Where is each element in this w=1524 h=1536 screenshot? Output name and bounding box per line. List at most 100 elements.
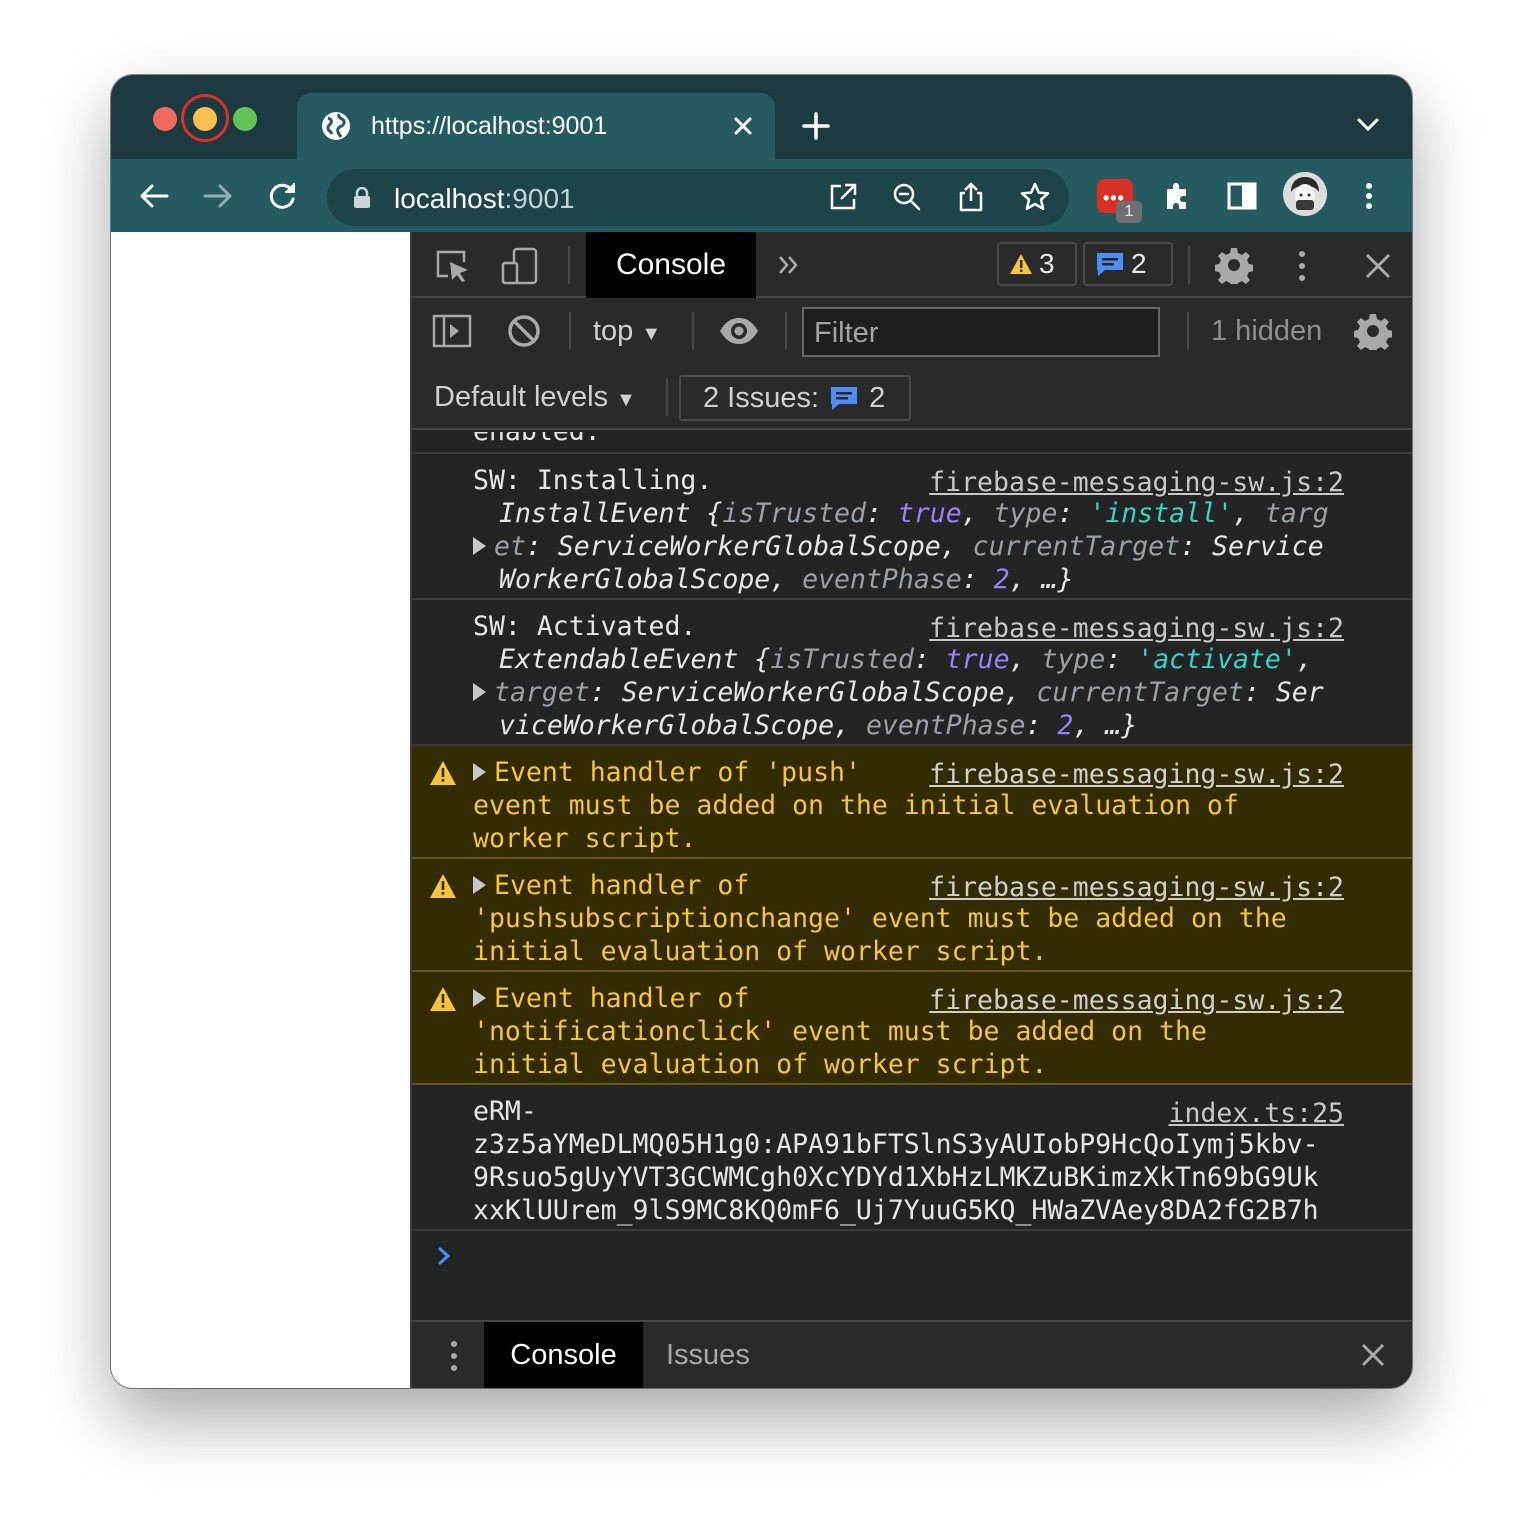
separator bbox=[666, 378, 668, 416]
warning-text: Event handler of bbox=[494, 870, 750, 901]
console-message: eRM- z3z5aYMeDLMQ05H1g0:APA91bFTSlnS3yAU… bbox=[412, 1085, 1412, 1231]
console-warning: Event handler of 'push' event must be ad… bbox=[412, 746, 1412, 859]
expand-triangle-icon[interactable] bbox=[473, 875, 486, 894]
more-vertical-icon[interactable] bbox=[1352, 179, 1386, 213]
console-toolbar-levels: Default levels ▼ 2 Issues: 2 bbox=[412, 364, 1412, 430]
log-levels-dropdown[interactable]: Default levels ▼ bbox=[434, 381, 636, 414]
source-link[interactable]: firebase-messaging-sw.js:2 bbox=[929, 759, 1344, 790]
settings-gear-icon[interactable] bbox=[1215, 246, 1253, 284]
open-in-new-window-icon[interactable] bbox=[827, 181, 859, 213]
expand-triangle-icon[interactable] bbox=[473, 536, 486, 555]
object-line[interactable]: InstallEvent {isTrusted: true, type: 'in… bbox=[499, 497, 1329, 530]
warning-line: 'pushsubscriptionchange' event must be a… bbox=[473, 903, 1287, 934]
maximize-window-button[interactable] bbox=[233, 107, 257, 131]
truncated-text: enabled. bbox=[473, 432, 601, 448]
messages-counter[interactable]: 2 bbox=[1083, 242, 1173, 286]
token-line: z3z5aYMeDLMQ05H1g0:APA91bFTSlnS3yAUIobP9… bbox=[473, 1129, 1319, 1160]
message-icon bbox=[831, 387, 858, 410]
live-expression-eye-icon[interactable] bbox=[718, 316, 760, 346]
close-window-button[interactable] bbox=[153, 107, 177, 131]
object-line[interactable]: ExtendableEvent {isTrusted: true, type: … bbox=[499, 643, 1324, 676]
clear-console-icon[interactable] bbox=[506, 313, 542, 349]
object-line[interactable]: WorkerGlobalScope, eventPhase: 2, …} bbox=[499, 563, 1329, 596]
object-line[interactable]: et: ServiceWorkerGlobalScope, currentTar… bbox=[473, 530, 1329, 563]
show-sidebar-icon[interactable] bbox=[432, 314, 472, 348]
url-text[interactable]: localhost:9001 bbox=[394, 183, 575, 215]
object-line[interactable]: target: ServiceWorkerGlobalScope, curren… bbox=[473, 676, 1324, 709]
warning-icon bbox=[430, 761, 456, 785]
warning-text: Event handler of 'push' bbox=[494, 757, 861, 788]
console-settings-gear-icon[interactable] bbox=[1354, 312, 1392, 350]
tab-console[interactable]: Console bbox=[586, 232, 756, 298]
source-link[interactable]: firebase-messaging-sw.js:2 bbox=[929, 872, 1344, 903]
url-host: localhost bbox=[394, 183, 505, 214]
warning-icon bbox=[430, 987, 456, 1011]
globe-icon bbox=[322, 112, 350, 140]
close-tab-icon[interactable] bbox=[731, 114, 755, 138]
devtools-drawer: Console Issues bbox=[412, 1320, 1412, 1388]
browser-tab[interactable]: https://localhost:9001 bbox=[297, 93, 775, 159]
console-message-truncated: enabled. bbox=[412, 432, 1412, 454]
bookmark-star-icon[interactable] bbox=[1019, 181, 1051, 213]
devtools-menu-icon[interactable] bbox=[1292, 248, 1312, 284]
issues-button[interactable]: 2 Issues: 2 bbox=[679, 375, 911, 421]
token-line: xxKlUUrem_9lS9MC8KQ0mF6_Uj7YuuG5KQ_HWaZV… bbox=[473, 1195, 1319, 1226]
expand-triangle-icon[interactable] bbox=[473, 762, 486, 781]
devtools-panel: Console 3 2 top ▼ Filter 1 hidden Defaul… bbox=[410, 232, 1412, 1388]
drawer-tab-console[interactable]: Console bbox=[484, 1322, 643, 1388]
devtools-tab-bar: Console 3 2 bbox=[412, 232, 1412, 298]
source-link[interactable]: index.ts:25 bbox=[1169, 1098, 1345, 1129]
avatar-image bbox=[1283, 172, 1327, 216]
close-drawer-icon[interactable] bbox=[1360, 1342, 1386, 1368]
back-arrow-icon[interactable] bbox=[137, 179, 171, 213]
console-toolbar: top ▼ Filter 1 hidden bbox=[412, 298, 1412, 364]
address-bar[interactable]: localhost:9001 bbox=[327, 169, 1069, 226]
zoom-out-icon[interactable] bbox=[891, 181, 923, 213]
warning-line: event must be added on the initial evalu… bbox=[473, 790, 1239, 821]
console-message: SW: Installing. InstallEvent {isTrusted:… bbox=[412, 454, 1412, 600]
side-panel-icon[interactable] bbox=[1225, 179, 1259, 213]
lock-icon[interactable] bbox=[353, 187, 371, 209]
inspect-element-icon[interactable] bbox=[434, 248, 472, 284]
warning-icon bbox=[1010, 254, 1032, 274]
warning-line: 'notificationclick' event must be added … bbox=[473, 1016, 1207, 1047]
filter-input[interactable]: Filter bbox=[802, 307, 1160, 357]
separator bbox=[568, 246, 570, 284]
chevron-down-icon[interactable] bbox=[1356, 117, 1380, 133]
device-toolbar-icon[interactable] bbox=[500, 246, 540, 286]
forward-arrow-icon[interactable] bbox=[201, 179, 235, 213]
context-selector[interactable]: top ▼ bbox=[593, 315, 661, 348]
reload-icon[interactable] bbox=[265, 179, 299, 213]
console-warning: Event handler of 'pushsubscriptionchange… bbox=[412, 859, 1412, 972]
console-prompt-row[interactable] bbox=[412, 1231, 1412, 1311]
source-link[interactable]: firebase-messaging-sw.js:2 bbox=[929, 467, 1344, 498]
warning-icon bbox=[430, 874, 456, 898]
drawer-tab-issues[interactable]: Issues bbox=[666, 1322, 750, 1388]
warning-text: Event handler of bbox=[494, 983, 750, 1014]
token-line: 9Rsuo5gUyYVT3GCWMCgh0XcYDYd1XbHzLMKZuBKi… bbox=[473, 1162, 1319, 1193]
extensions-puzzle-icon[interactable] bbox=[1161, 179, 1195, 213]
expand-triangle-icon[interactable] bbox=[473, 682, 486, 701]
drawer-menu-icon[interactable] bbox=[444, 1338, 464, 1374]
issues-label: 2 Issues: bbox=[703, 381, 820, 414]
console-warning: Event handler of 'notificationclick' eve… bbox=[412, 972, 1412, 1085]
expand-triangle-icon[interactable] bbox=[473, 988, 486, 1007]
hidden-count: 1 hidden bbox=[1211, 315, 1323, 347]
warning-line: initial evaluation of worker script. bbox=[473, 1049, 1048, 1080]
separator bbox=[1188, 246, 1190, 284]
share-icon[interactable] bbox=[955, 181, 987, 213]
source-link[interactable]: firebase-messaging-sw.js:2 bbox=[929, 985, 1344, 1016]
separator bbox=[1187, 312, 1189, 350]
source-link[interactable]: firebase-messaging-sw.js:2 bbox=[929, 613, 1344, 644]
more-tabs-chevron-icon[interactable] bbox=[776, 252, 802, 278]
close-devtools-icon[interactable] bbox=[1364, 252, 1392, 280]
tab-title: https://localhost:9001 bbox=[371, 111, 608, 140]
warnings-count: 3 bbox=[1039, 248, 1055, 279]
browser-toolbar: localhost:9001 bbox=[111, 159, 1412, 232]
warnings-counter[interactable]: 3 bbox=[997, 242, 1077, 286]
profile-avatar[interactable] bbox=[1283, 172, 1327, 216]
context-label: top bbox=[593, 315, 634, 347]
object-line[interactable]: viceWorkerGlobalScope, eventPhase: 2, …} bbox=[499, 709, 1324, 742]
url-port: :9001 bbox=[504, 183, 575, 214]
new-tab-icon[interactable] bbox=[801, 111, 831, 141]
